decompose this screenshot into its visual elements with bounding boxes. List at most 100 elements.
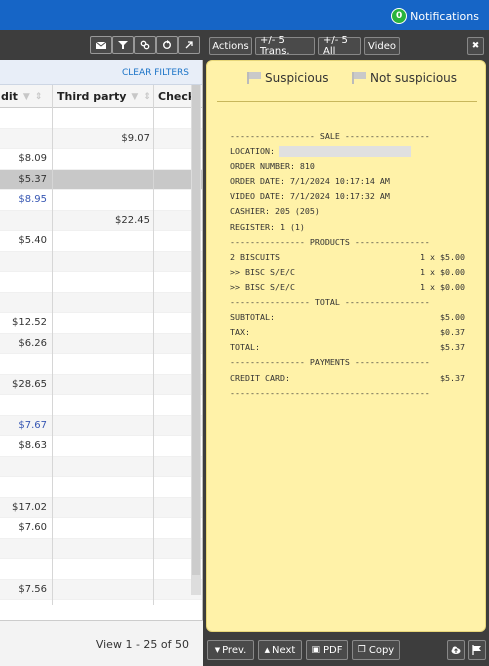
- grid-footer: View 1 - 25 of 50: [0, 620, 203, 666]
- filter-icon[interactable]: ▼: [131, 92, 138, 102]
- receipt-line-text: ORDER NUMBER: 810: [230, 161, 315, 172]
- notifications-count-badge: 0: [391, 8, 408, 24]
- credit-cell: $5.40: [18, 235, 47, 246]
- table-row[interactable]: $28.65: [0, 374, 202, 395]
- suspicious-flag[interactable]: Suspicious: [247, 71, 329, 85]
- copy-button[interactable]: ❐ Copy: [352, 640, 400, 660]
- plus-minus-5-all-button[interactable]: +/- 5 All: [318, 35, 361, 57]
- sort-icon[interactable]: ⇕: [143, 92, 151, 102]
- receipt-line: ORDER NUMBER: 810: [230, 159, 465, 174]
- table-row[interactable]: [0, 354, 202, 375]
- receipt-line-value: $5.00: [440, 312, 465, 323]
- table-row[interactable]: [0, 477, 202, 498]
- table-row[interactable]: $17.02: [0, 497, 202, 518]
- credit-cell: $12.52: [12, 317, 47, 328]
- table-row[interactable]: [0, 538, 202, 559]
- plus-minus-5-trans-button[interactable]: +/- 5 Trans.: [255, 35, 315, 57]
- table-row[interactable]: $9.07: [0, 128, 202, 149]
- receipt-line-text: --------------- PRODUCTS ---------------: [230, 236, 430, 247]
- table-row[interactable]: $7.67: [0, 415, 202, 436]
- column-header-label: Third party: [57, 90, 127, 103]
- next-button[interactable]: ▲ Next: [258, 640, 302, 660]
- video-button[interactable]: Video: [364, 37, 400, 55]
- column-header-credit[interactable]: dit ▼ ⇕: [1, 90, 42, 103]
- table-row[interactable]: $22.45: [0, 210, 202, 231]
- table-row[interactable]: [0, 559, 202, 580]
- close-panel-button[interactable]: ✖: [467, 37, 484, 55]
- table-row[interactable]: [0, 108, 202, 129]
- upload-button[interactable]: [447, 640, 465, 660]
- table-row[interactable]: $5.37: [0, 169, 202, 190]
- copy-icon: ❐: [357, 645, 366, 655]
- receipt-line-value: $5.37: [440, 342, 465, 353]
- suspicious-label: Suspicious: [265, 71, 329, 85]
- save-icon: ▣: [311, 645, 321, 655]
- link-icon: [140, 40, 150, 50]
- table-row[interactable]: $6.26: [0, 333, 202, 354]
- filter-icon: [118, 41, 128, 49]
- email-button[interactable]: [90, 36, 112, 54]
- envelope-icon: [96, 41, 106, 49]
- table-row[interactable]: [0, 395, 202, 416]
- receipt-text: ----------------- SALE -----------------…: [230, 129, 465, 401]
- pdf-button[interactable]: ▣ PDF: [306, 640, 348, 660]
- table-row[interactable]: $5.40: [0, 231, 202, 252]
- refresh-button[interactable]: [156, 36, 178, 54]
- grid-toolbar: [0, 30, 203, 60]
- column-header-label: Check: [158, 90, 196, 103]
- sort-icon[interactable]: ⇕: [35, 92, 43, 102]
- table-row[interactable]: [0, 272, 202, 293]
- column-header-third-party[interactable]: Third party ▼ ⇕: [57, 90, 151, 103]
- not-suspicious-flag[interactable]: Not suspicious: [352, 71, 457, 85]
- receipt-line-text: CREDIT CARD:: [230, 372, 290, 383]
- receipt-line: --------------- PRODUCTS ---------------: [230, 235, 465, 250]
- expand-button[interactable]: [178, 36, 200, 54]
- receipt-line: VIDEO DATE: 7/1/2024 10:17:32 AM: [230, 189, 465, 204]
- arrow-up-right-icon: [185, 41, 193, 49]
- credit-cell: $8.09: [18, 153, 47, 164]
- table-row[interactable]: $8.95: [0, 190, 202, 211]
- filter-icon[interactable]: ▼: [23, 92, 30, 102]
- receipt-line-text: >> BISC S/E/C: [230, 281, 295, 292]
- table-row[interactable]: $8.63: [0, 436, 202, 457]
- flag-button[interactable]: [468, 640, 486, 660]
- pdf-label: PDF: [323, 644, 343, 656]
- receipt-line: --------------- PAYMENTS ---------------: [230, 355, 465, 370]
- flag-icon: [472, 645, 481, 655]
- panel-divider: [217, 101, 477, 102]
- prev-button[interactable]: ▼ Prev.: [207, 640, 254, 660]
- next-label: Next: [272, 644, 296, 656]
- receipt-line-text: CASHIER: 205 (205): [230, 206, 320, 217]
- receipt-line-text: ----------------------------------------: [230, 387, 430, 398]
- notifications-button[interactable]: 0 Notifications: [391, 8, 479, 24]
- table-row[interactable]: [0, 251, 202, 272]
- filter-bar: CLEAR FILTERS: [0, 60, 202, 85]
- receipt-line: CREDIT CARD: $5.37: [230, 371, 465, 386]
- receipt-line-text: VIDEO DATE: 7/1/2024 10:17:32 AM: [230, 191, 390, 202]
- receipt-line: ---------------- TOTAL -----------------: [230, 295, 465, 310]
- filter-button[interactable]: [112, 36, 134, 54]
- credit-cell: $8.63: [18, 440, 47, 451]
- credit-cell: $7.60: [18, 522, 47, 533]
- receipt-line: >> BISC S/E/C 1 x $0.00: [230, 265, 465, 280]
- credit-cell: $6.26: [18, 337, 47, 349]
- table-row[interactable]: $8.09: [0, 149, 202, 170]
- actions-button[interactable]: Actions: [209, 37, 252, 55]
- grid-body: $9.07 $8.09 $5.37 $8.95 $22.45 $5.40 $12.52 $6.…: [0, 108, 202, 600]
- clear-filters-link[interactable]: CLEAR FILTERS: [122, 68, 189, 78]
- grid-scrollbar[interactable]: [191, 85, 201, 595]
- table-row[interactable]: $12.52: [0, 313, 202, 334]
- not-suspicious-label: Not suspicious: [370, 71, 458, 85]
- column-header-check[interactable]: Check: [158, 90, 195, 103]
- receipt-line: LOCATION:: [230, 144, 465, 159]
- table-row[interactable]: $7.60: [0, 518, 202, 539]
- table-row[interactable]: [0, 292, 202, 313]
- table-row[interactable]: [0, 456, 202, 477]
- link-button[interactable]: [134, 36, 156, 54]
- receipt-line-text: ---------------- TOTAL -----------------: [230, 297, 430, 308]
- column-header-label: dit: [1, 90, 18, 103]
- table-row[interactable]: $7.56: [0, 579, 202, 600]
- receipt-line: TOTAL: $5.37: [230, 340, 465, 355]
- receipt-line-text: --------------- PAYMENTS ---------------: [230, 357, 430, 368]
- scrollbar-thumb[interactable]: [192, 85, 200, 575]
